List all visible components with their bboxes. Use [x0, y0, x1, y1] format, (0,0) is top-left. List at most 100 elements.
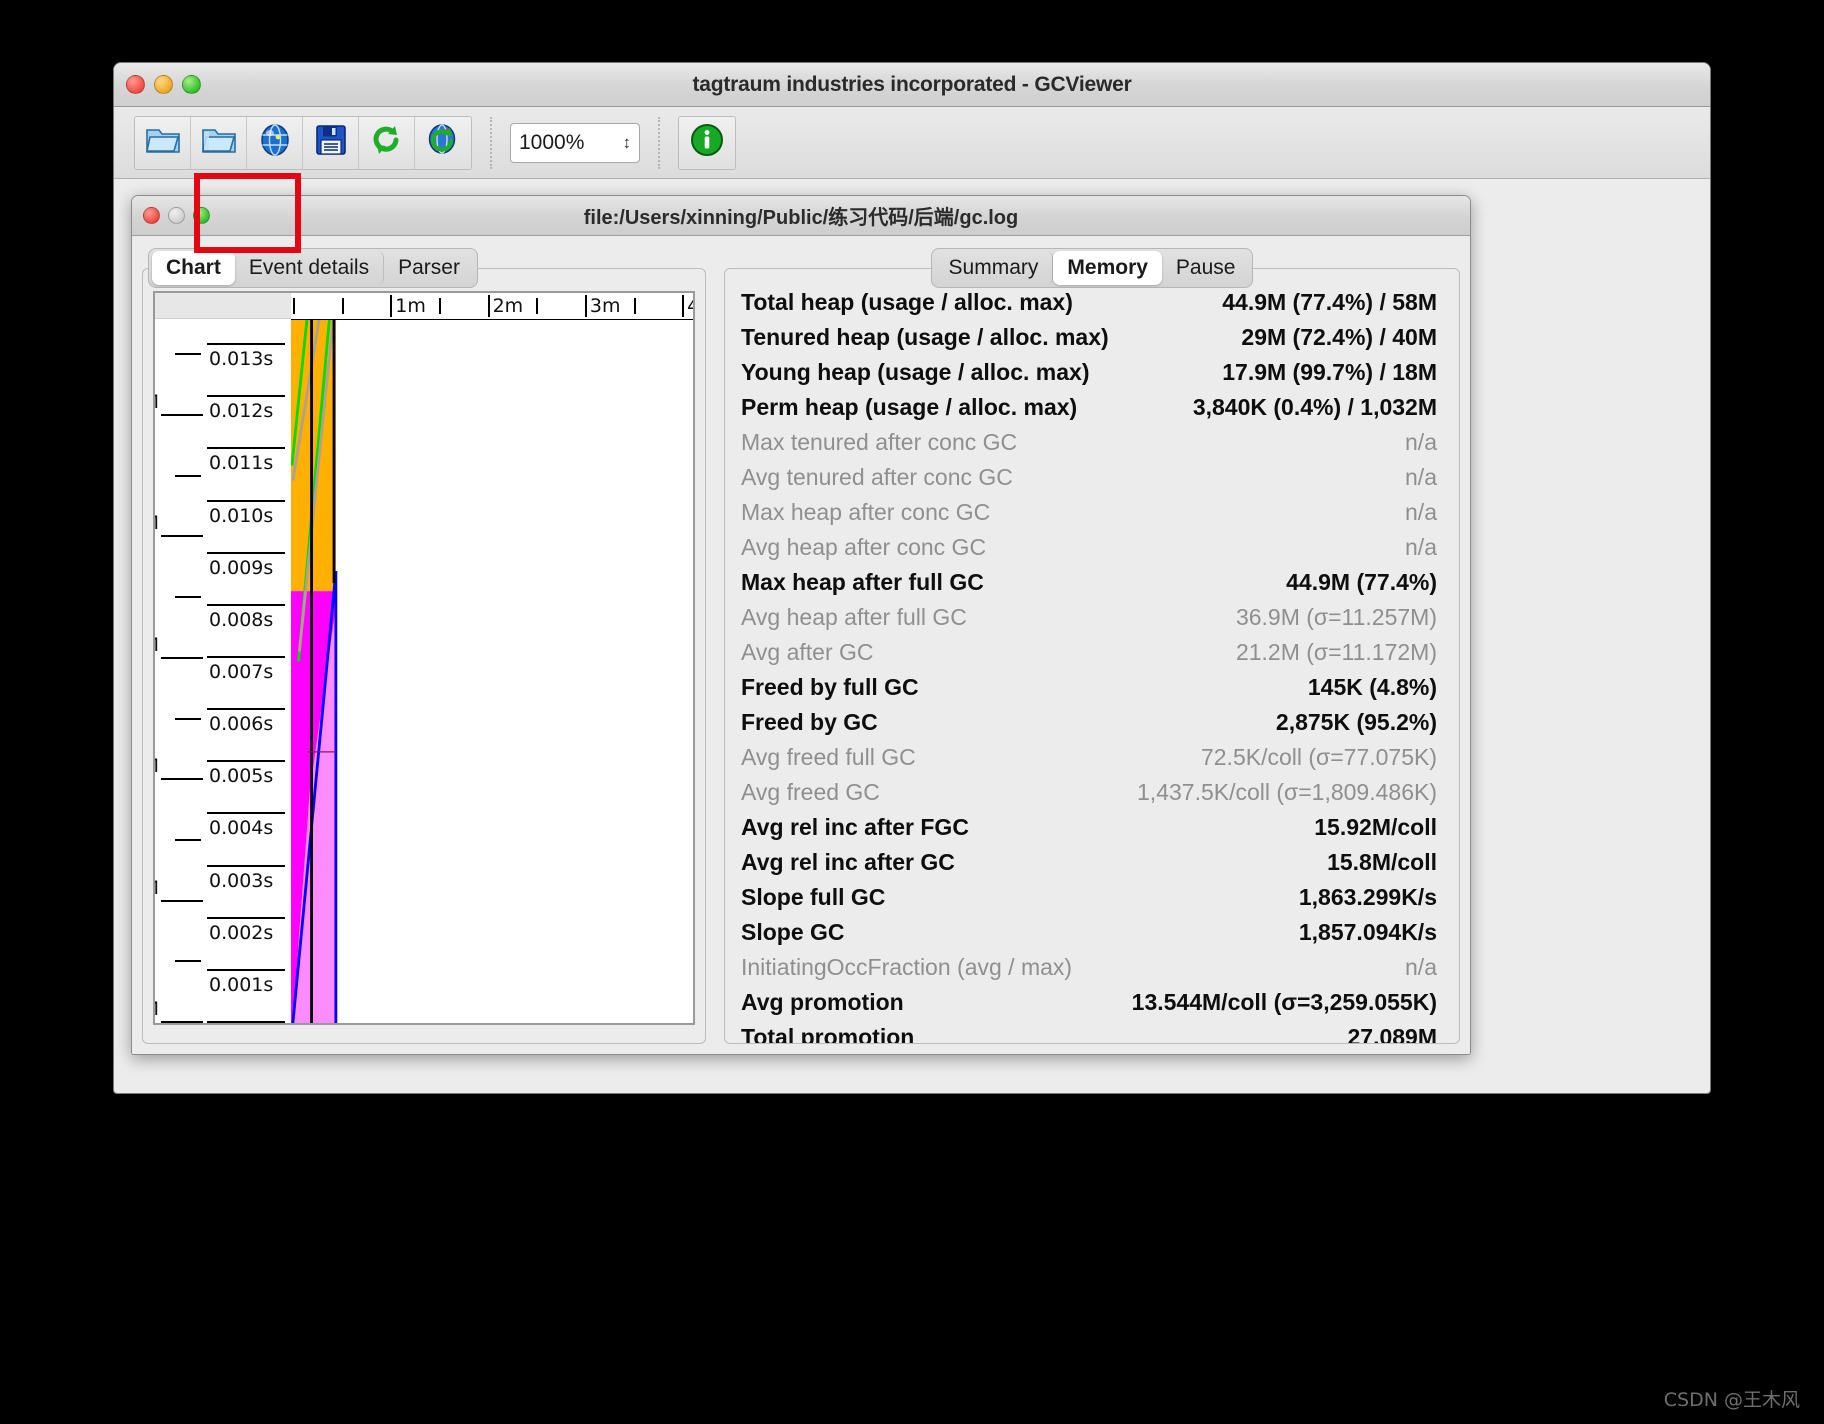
stat-key: Young heap (usage / alloc. max) — [741, 359, 1090, 385]
memory-tick-mark — [161, 535, 203, 538]
stat-key: Freed by GC — [741, 709, 878, 735]
chart-series-svg — [291, 320, 338, 1023]
zoom-value: 1000% — [519, 130, 585, 154]
time-axis-minor-tick — [341, 295, 344, 319]
toolbar-divider-2 — [658, 116, 660, 169]
stat-key: Freed by full GC — [741, 674, 919, 700]
time-axis-minor-tick-mark — [293, 298, 295, 314]
zoom-stepper[interactable]: 1000% ↕ — [510, 122, 640, 163]
stat-value: 145K (4.8%) — [1307, 674, 1437, 700]
document-title: file:/Users/xinning/Public/练习代码/后端/gc.lo… — [583, 207, 1019, 229]
time-axis-tick: 2m — [487, 295, 523, 317]
time-axis-tick-label: 1m — [390, 295, 426, 317]
tab-parser[interactable]: Parser — [384, 251, 474, 285]
pause-tick-label: 0.011s — [209, 452, 274, 475]
memory-minor-tick-mark — [175, 353, 201, 356]
stat-value: 72.5K/coll (σ=77.075K) — [1200, 744, 1437, 770]
stat-value: 3,840K (0.4%) / 1,032M — [1192, 394, 1437, 420]
globe-refresh-icon — [426, 123, 460, 162]
pause-tick-label: 0.012s — [209, 400, 274, 423]
memory-tick-mark — [161, 1021, 203, 1023]
pause-tick-mark — [207, 1021, 285, 1023]
stat-value: 13.544M/coll (σ=3,259.055K) — [1131, 989, 1437, 1015]
stat-value: 44.9M (77.4%) — [1286, 569, 1437, 595]
gc-log-document-window: file:/Users/xinning/Public/练习代码/后端/gc.lo… — [131, 195, 1471, 1055]
memory-tick-label: 0M — [155, 998, 159, 1020]
page-title: tagtraum industries incorporated - GCVie… — [692, 72, 1132, 96]
stat-key: Total heap (usage / alloc. max) — [741, 289, 1073, 315]
about-button[interactable] — [679, 116, 735, 169]
tab-pause[interactable]: Pause — [1162, 251, 1250, 285]
pause-tick-label: 0.005s — [209, 765, 274, 788]
stat-key: Avg freed GC — [741, 779, 880, 805]
folder-add-icon — [201, 124, 237, 161]
tab-event-details-label: Event details — [248, 256, 370, 279]
tab-summary[interactable]: Summary — [935, 251, 1054, 285]
chart-plot-area — [291, 320, 693, 1023]
stat-value: 44.9M (77.4%) / 58M — [1222, 289, 1437, 315]
stat-row: Max heap after conc GC n/a — [741, 495, 1437, 530]
memory-tick-label: 10M — [155, 877, 159, 899]
stat-row: Total promotion 27.089M — [741, 1020, 1437, 1043]
pause-tick-mark — [207, 499, 285, 502]
stat-row: Avg promotion 13.544M/coll (σ=3,259.055K) — [741, 985, 1437, 1020]
tab-event-details[interactable]: Event details — [235, 251, 385, 285]
stat-row: Avg heap after full GC 36.9M (σ=11.257M) — [741, 600, 1437, 635]
open-file-button[interactable] — [135, 116, 191, 169]
stat-row: Avg tenured after conc GC n/a — [741, 460, 1437, 495]
memory-minor-tick-mark — [175, 838, 201, 841]
chart-tabs: Chart Event details Parser — [142, 246, 706, 290]
window-controls — [126, 75, 201, 94]
stat-value: 15.8M/coll — [1327, 849, 1437, 875]
details-tabstrip: Summary Memory Pause — [930, 248, 1254, 288]
pause-tick-mark — [207, 395, 285, 398]
minimize-button[interactable] — [154, 75, 173, 94]
gc-chart[interactable]: 50M40M30M20M10M0M 0.013s0.012s0.011s0.01… — [153, 291, 695, 1025]
pause-tick-mark — [207, 447, 285, 450]
pause-tick-label: 0.002s — [209, 921, 274, 944]
stat-value: 17.9M (99.7%) / 18M — [1222, 359, 1437, 385]
open-web-button[interactable] — [247, 116, 303, 169]
time-axis-minor-tick-mark — [341, 298, 344, 314]
pause-tick-mark — [207, 708, 285, 711]
time-axis-tick-label: 4m — [682, 295, 693, 317]
details-pane: Summary Memory Pause Total heap (usage /… — [724, 246, 1460, 1044]
stat-row: Avg after GC 21.2M (σ=11.172M) — [741, 635, 1437, 670]
refresh-icon — [370, 123, 404, 162]
memory-tick-mark — [161, 899, 203, 902]
memory-tick-mark — [161, 656, 203, 659]
pause-tick-label: 0.013s — [209, 348, 274, 371]
tab-memory[interactable]: Memory — [1053, 251, 1162, 285]
pause-tick-label: 0.003s — [209, 869, 274, 892]
stat-value: n/a — [1405, 429, 1437, 455]
time-axis-minor-tick — [536, 295, 539, 319]
tab-chart[interactable]: Chart — [152, 251, 235, 285]
stat-value: n/a — [1405, 534, 1437, 560]
tab-memory-label: Memory — [1067, 256, 1148, 279]
pause-tick-mark — [207, 916, 285, 919]
maximize-button[interactable] — [182, 75, 201, 94]
pause-tick-label: 0.006s — [209, 713, 274, 736]
chevron-updown-icon[interactable]: ↕ — [623, 134, 632, 151]
toolbar-divider-1 — [490, 116, 492, 169]
tab-parser-label: Parser — [398, 256, 460, 279]
memory-axis: 50M 40M 30M 20M 10M 0M — [155, 319, 205, 1023]
close-button[interactable] — [126, 75, 145, 94]
document-close-button[interactable] — [143, 207, 160, 224]
stat-row: Avg rel inc after GC 15.8M/coll — [741, 845, 1437, 880]
export-button[interactable] — [303, 116, 359, 169]
stat-value: 1,857.094K/s — [1298, 919, 1437, 945]
watch-button[interactable] — [415, 116, 471, 169]
stat-value: 29M (72.4%) / 40M — [1241, 324, 1437, 350]
stat-key: Avg freed full GC — [741, 744, 916, 770]
globe-icon — [258, 123, 292, 162]
chart-panel: 50M40M30M20M10M0M 0.013s0.012s0.011s0.01… — [142, 268, 706, 1044]
open-url-button[interactable] — [191, 116, 247, 169]
stat-value: 36.9M (σ=11.257M) — [1235, 604, 1437, 630]
time-axis-minor-tick-mark — [438, 298, 441, 314]
document-maximize-button[interactable] — [193, 207, 210, 224]
info-button-group — [678, 115, 736, 170]
refresh-button[interactable] — [359, 116, 415, 169]
document-minimize-button[interactable] — [168, 207, 185, 224]
pause-tick-label: 0.010s — [209, 504, 274, 527]
